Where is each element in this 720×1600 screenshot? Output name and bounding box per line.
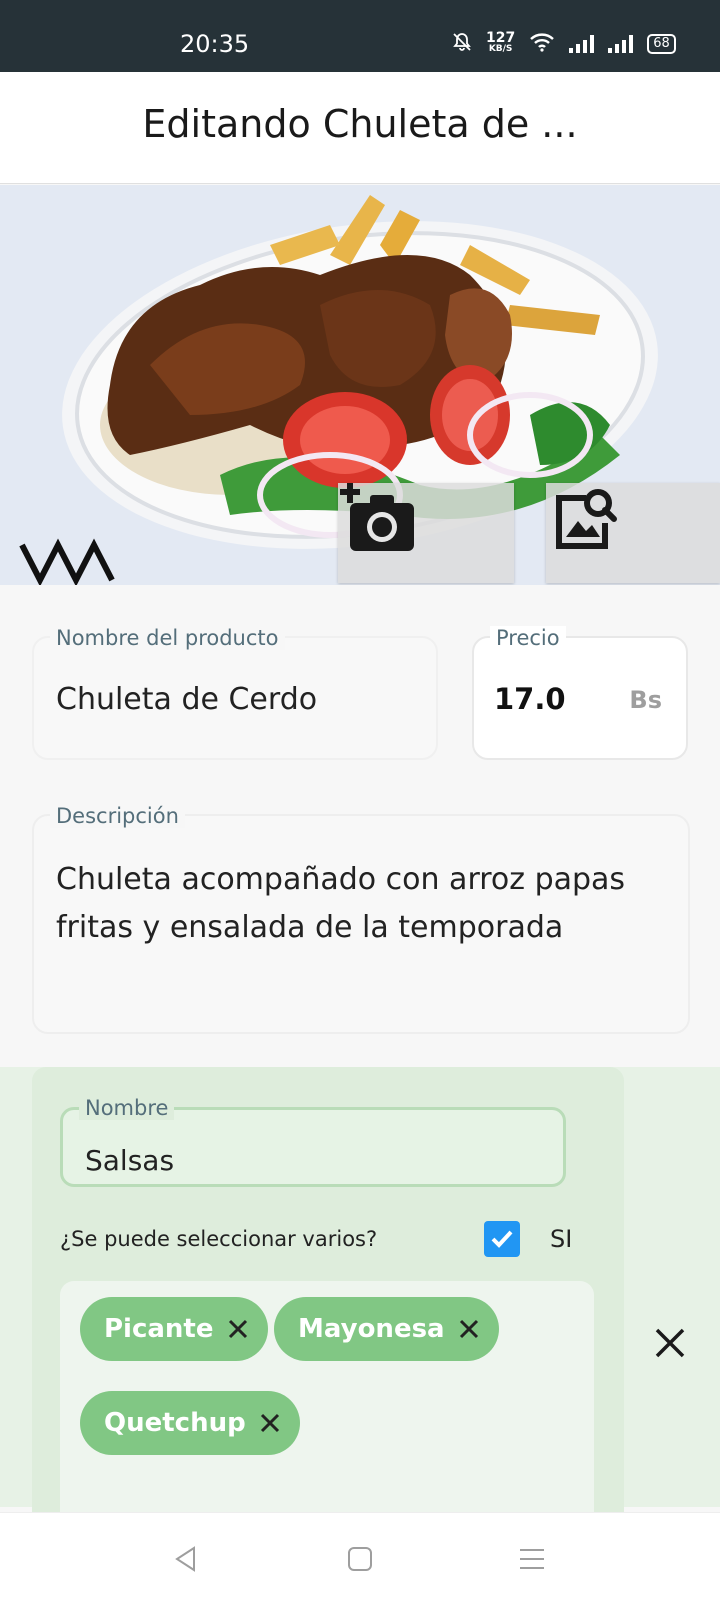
chip-label: Mayonesa: [298, 1314, 445, 1344]
price-unit: Bs: [629, 686, 662, 714]
chip[interactable]: Mayonesa: [274, 1297, 499, 1361]
chip-remove-icon[interactable]: [226, 1317, 250, 1341]
signal-icon: [569, 35, 595, 53]
app-bar: Editando Chuleta de ...: [0, 72, 720, 184]
nav-menu-button[interactable]: [512, 1539, 552, 1579]
wifi-icon: [529, 32, 555, 56]
multi-select-row: ¿Se puede seleccionar varios? SI: [60, 1219, 580, 1259]
nav-home-button[interactable]: [340, 1539, 380, 1579]
chip-label: Quetchup: [104, 1408, 246, 1438]
status-time: 20:35: [180, 30, 250, 58]
check-icon: [491, 1230, 513, 1248]
product-name-label: Nombre del producto: [50, 626, 285, 650]
chip-label: Picante: [104, 1314, 214, 1344]
net-speed-value: 127: [486, 30, 516, 46]
take-photo-button[interactable]: [338, 483, 514, 583]
status-icons: 127 KB/S 68: [452, 30, 676, 56]
delete-group-button[interactable]: [640, 1313, 700, 1373]
multi-select-answer: SI: [550, 1225, 573, 1253]
back-icon: [175, 1546, 195, 1572]
product-image[interactable]: [0, 185, 720, 585]
multi-select-question: ¿Se puede seleccionar varios?: [60, 1227, 378, 1251]
group-name-field[interactable]: Nombre Salsas: [60, 1096, 566, 1187]
product-name-field[interactable]: Nombre del producto Chuleta de Cerdo: [32, 626, 438, 760]
net-speed: 127 KB/S: [486, 30, 516, 55]
chip-remove-icon[interactable]: [457, 1317, 481, 1341]
price-label: Precio: [490, 626, 566, 650]
pick-gallery-button[interactable]: [546, 483, 720, 583]
battery-icon: 68: [647, 34, 676, 54]
bell-off-icon: [452, 32, 472, 56]
chip-remove-icon[interactable]: [258, 1411, 282, 1435]
page-title: Editando Chuleta de ...: [142, 102, 578, 146]
signal-icon: [608, 35, 634, 53]
chip[interactable]: Picante: [80, 1297, 268, 1361]
product-name-input[interactable]: Chuleta de Cerdo: [56, 682, 317, 717]
net-speed-unit: KB/S: [488, 44, 513, 54]
multi-select-checkbox[interactable]: [484, 1221, 520, 1257]
price-input[interactable]: 17.0: [494, 682, 566, 716]
price-field[interactable]: Precio 17.0 Bs: [472, 626, 688, 760]
close-icon: [655, 1328, 685, 1358]
group-name-label: Nombre: [79, 1096, 175, 1120]
status-bar: 20:35 127 KB/S 68: [0, 0, 720, 72]
system-nav-bar: [0, 1512, 720, 1600]
chip[interactable]: Quetchup: [80, 1391, 300, 1455]
group-name-input[interactable]: Salsas: [85, 1144, 174, 1177]
description-input[interactable]: Chuleta acompañado con arroz papas frita…: [56, 856, 666, 952]
menu-icon: [520, 1549, 544, 1569]
description-field[interactable]: Descripción Chuleta acompañado con arroz…: [32, 804, 690, 1034]
nav-back-button[interactable]: [166, 1539, 206, 1579]
home-icon: [348, 1547, 372, 1571]
description-label: Descripción: [50, 804, 185, 828]
